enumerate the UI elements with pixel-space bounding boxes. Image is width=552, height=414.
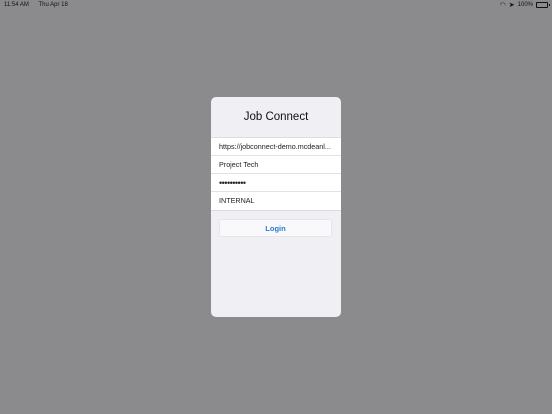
status-left: 11:54 AM Thu Apr 18 xyxy=(4,2,76,8)
location-icon: ➤ xyxy=(508,1,515,9)
status-bar: 11:54 AM Thu Apr 18 ◠ ➤ 100% xyxy=(0,0,552,10)
login-fields: https://jobconnect-demo.mcdeanl... Proje… xyxy=(211,137,341,211)
login-title: Job Connect xyxy=(243,111,309,123)
domain-field[interactable]: INTERNAL xyxy=(211,192,341,210)
login-panel: Job Connect https://jobconnect-demo.mcde… xyxy=(211,97,341,317)
wifi-icon: ◠ xyxy=(499,1,506,9)
server-url-field[interactable]: https://jobconnect-demo.mcdeanl... xyxy=(211,138,341,156)
battery-icon xyxy=(536,2,550,8)
battery-percent: 100% xyxy=(517,2,533,8)
login-button[interactable]: Login xyxy=(219,219,332,237)
status-date: Thu Apr 18 xyxy=(38,2,68,8)
username-field[interactable]: Project Tech xyxy=(211,156,341,174)
status-time: 11:54 AM xyxy=(4,2,29,8)
status-right: ◠ ➤ 100% xyxy=(499,1,550,9)
password-field[interactable]: •••••••••• xyxy=(211,174,341,192)
